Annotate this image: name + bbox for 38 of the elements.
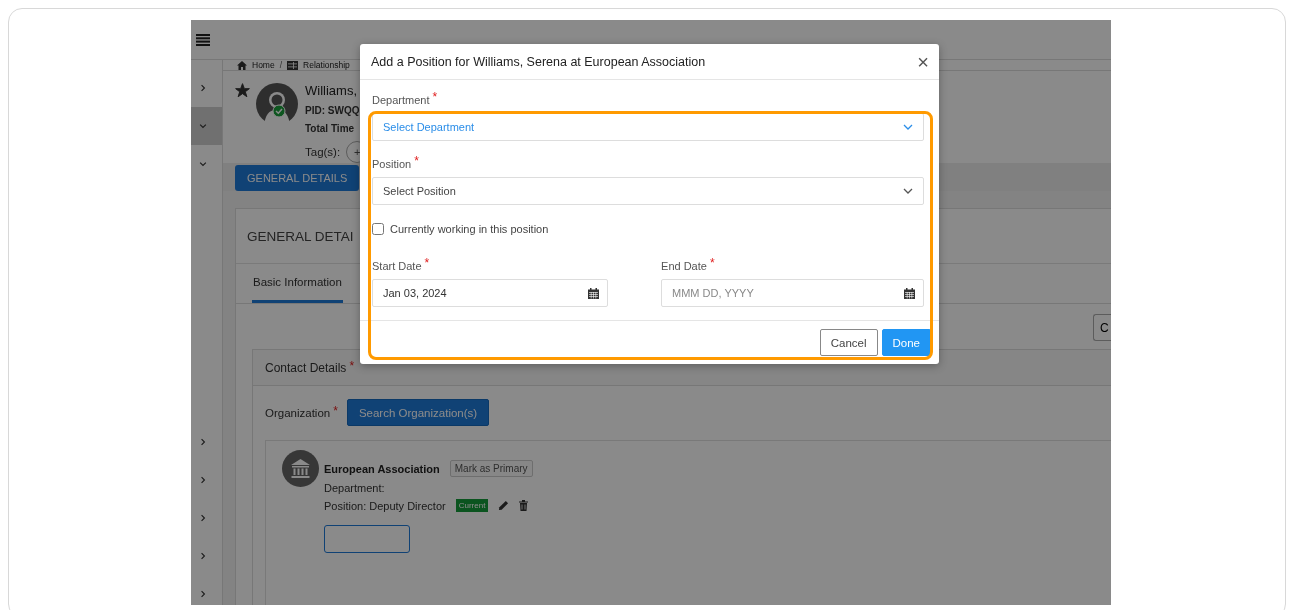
- department-text: Department:: [324, 482, 386, 494]
- date-field[interactable]: Jan 03, 2024: [372, 279, 609, 307]
- required-mark: *: [414, 155, 419, 167]
- required-mark: *: [424, 257, 430, 269]
- checkbox-label: Currently working in this position: [390, 223, 549, 235]
- organization-name: European Association: [324, 462, 440, 475]
- close-button[interactable]: ×: [917, 51, 929, 72]
- field-label: Organization: [265, 406, 331, 419]
- select-dropdown[interactable]: Select Department: [372, 113, 924, 141]
- total-time-label: Total Time: [305, 123, 356, 134]
- pid-label: PID: SWQQ: [305, 105, 361, 116]
- section-title: Contact Details: [265, 360, 347, 375]
- done-button[interactable]: Done: [881, 329, 931, 356]
- field-label: Department: [372, 93, 430, 106]
- breadcrumb-link[interactable]: Home: [252, 60, 275, 70]
- card-title: GENERAL DETAI: [247, 228, 354, 244]
- position-text: Position: Deputy Director: [324, 499, 446, 512]
- person-name: Williams,: [305, 83, 358, 98]
- outline-button[interactable]: C: [1093, 314, 1111, 341]
- field-label: End Date: [661, 259, 707, 272]
- field-label: Start Date: [372, 259, 422, 272]
- select-dropdown[interactable]: Select Position: [372, 177, 924, 205]
- required-mark: *: [709, 257, 715, 269]
- dialog-title: Add a Position for Williams, Serena at European Association: [371, 54, 706, 69]
- mark-primary-button[interactable]: Mark as Primary: [449, 460, 533, 477]
- required-mark: *: [349, 360, 355, 372]
- status-badge: Current: [455, 499, 489, 512]
- date-field[interactable]: MMM DD, YYYY: [661, 279, 924, 307]
- breadcrumb-link[interactable]: Relationship: [303, 60, 350, 70]
- cancel-button[interactable]: Cancel: [819, 329, 878, 356]
- search-organization-button[interactable]: Search Organization(s): [346, 399, 490, 426]
- required-mark: *: [333, 405, 338, 417]
- subtab[interactable]: Basic Information: [252, 264, 343, 303]
- required-mark: *: [432, 91, 438, 103]
- tags-label: Tag(s):: [305, 146, 341, 158]
- breadcrumb-separator: /: [279, 60, 283, 70]
- tab[interactable]: GENERAL DETAILS: [235, 165, 360, 191]
- field-label: Position: [372, 157, 412, 170]
